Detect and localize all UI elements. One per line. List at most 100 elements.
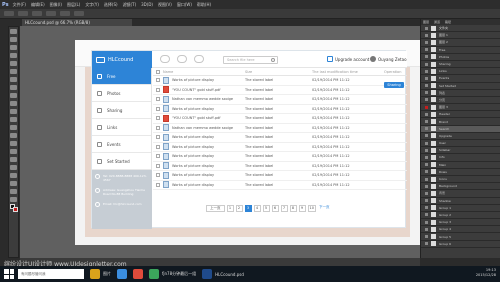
- tool-icon[interactable]: [10, 93, 17, 98]
- tool-icon[interactable]: [10, 69, 17, 74]
- layer-row[interactable]: Sharing: [421, 61, 500, 69]
- row-checkbox[interactable]: [156, 116, 160, 121]
- row-checkbox[interactable]: [156, 78, 160, 83]
- taskbar-search[interactable]: 有问题尽管问我: [18, 269, 84, 279]
- table-row[interactable]: Works of picture display The stored label…: [153, 162, 407, 171]
- row-checkbox[interactable]: [156, 144, 160, 149]
- layer-row[interactable]: Free: [421, 47, 500, 54]
- file-name[interactable]: Works of picture display: [172, 183, 245, 187]
- visibility-icon[interactable]: [425, 62, 428, 66]
- layer-row[interactable]: Rows: [421, 169, 500, 176]
- layer-row[interactable]: Group 1: [421, 205, 500, 212]
- tool-icon[interactable]: [10, 37, 17, 42]
- menu-item[interactable]: 3D(D): [141, 2, 153, 8]
- document-tab[interactable]: HLCcound.psd @ 66.7% (RGB/8): [22, 19, 132, 26]
- start-icon[interactable]: [4, 269, 14, 279]
- row-checkbox[interactable]: [156, 125, 160, 130]
- tool-icon[interactable]: [10, 189, 17, 194]
- tool-icon[interactable]: [10, 197, 17, 202]
- row-checkbox[interactable]: [156, 163, 160, 168]
- file-explorer-icon[interactable]: [90, 269, 100, 279]
- visibility-icon[interactable]: [425, 177, 428, 181]
- layer-row[interactable]: Background: [421, 183, 500, 191]
- taskbar-item[interactable]: fjn78分钟最后一组: [162, 271, 196, 277]
- visibility-icon[interactable]: [425, 98, 428, 102]
- layer-row[interactable]: Group 6: [421, 241, 500, 248]
- taskbar-item[interactable]: 图片: [103, 271, 111, 277]
- tool-icon[interactable]: [10, 77, 17, 82]
- visibility-icon[interactable]: [425, 170, 428, 174]
- tool-icon[interactable]: [10, 149, 17, 154]
- table-row[interactable]: Works of picture display The stored label…: [153, 152, 407, 162]
- visibility-icon[interactable]: [425, 134, 428, 138]
- layer-row[interactable]: Main: [421, 162, 500, 169]
- layer-row[interactable]: Info: [421, 154, 500, 162]
- select-all-checkbox[interactable]: [156, 69, 160, 74]
- photoshop-icon[interactable]: [202, 269, 213, 279]
- visibility-icon[interactable]: [425, 120, 428, 124]
- layer-row[interactable]: User: [421, 140, 500, 148]
- file-name[interactable]: Works of picture display: [172, 154, 245, 158]
- visibility-icon[interactable]: [425, 199, 428, 203]
- background-color-swatch[interactable]: [13, 207, 18, 212]
- menu-item[interactable]: 图层(L): [67, 2, 80, 8]
- tool-icon[interactable]: [10, 157, 17, 162]
- tool-icon[interactable]: [10, 117, 17, 122]
- tool-icon[interactable]: [10, 141, 17, 146]
- visibility-icon[interactable]: [425, 26, 428, 30]
- menu-item[interactable]: 文件(F): [13, 2, 26, 8]
- tool-icon[interactable]: [10, 53, 17, 58]
- tool-icon[interactable]: [10, 133, 17, 138]
- layer-row[interactable]: 分页: [421, 97, 500, 105]
- table-row[interactable]: Works of picture display The stored label…: [153, 143, 407, 152]
- row-checkbox[interactable]: [156, 173, 160, 178]
- sidebar-item-set-started[interactable]: Set Started: [92, 153, 151, 170]
- cloud-download-icon[interactable]: [194, 55, 204, 63]
- page-button[interactable]: 8: [289, 205, 297, 212]
- option-button[interactable]: [32, 11, 42, 16]
- prev-page-button[interactable]: 上一页: [206, 205, 225, 212]
- tool-icon[interactable]: [10, 61, 17, 66]
- table-row[interactable]: Works of picture display The stored label…: [153, 181, 407, 190]
- layer-row[interactable]: Icons: [421, 176, 500, 184]
- brand[interactable]: HLCcound: [92, 51, 152, 68]
- file-name[interactable]: Nathan van memmo wedde sxoige: [172, 97, 245, 101]
- sidebar-item-events[interactable]: Events: [92, 136, 151, 153]
- row-checkbox[interactable]: [156, 154, 160, 159]
- file-name[interactable]: Works of picture display: [172, 145, 245, 149]
- layer-row[interactable]: Group 5: [421, 233, 500, 241]
- layer-row[interactable]: 图层 3: [421, 104, 500, 112]
- option-button[interactable]: [74, 11, 84, 16]
- layer-row[interactable]: Photos: [421, 54, 500, 61]
- layer-row[interactable]: Upgrade: [421, 133, 500, 140]
- column-date[interactable]: The last modification time: [312, 70, 384, 74]
- visibility-icon[interactable]: [425, 91, 428, 95]
- sidebar-item-links[interactable]: Links: [92, 119, 151, 136]
- tool-icon[interactable]: [10, 125, 17, 130]
- visibility-icon[interactable]: [425, 206, 428, 210]
- file-name[interactable]: Works of picture display: [172, 173, 245, 177]
- option-button[interactable]: [18, 11, 28, 16]
- menu-item[interactable]: 窗口(W): [177, 2, 192, 8]
- table-row[interactable]: Works of picture display The stored label…: [153, 105, 407, 114]
- layer-row[interactable]: Group 4: [421, 226, 500, 234]
- layer-row[interactable]: Set Started: [421, 83, 500, 90]
- column-size[interactable]: Size: [245, 70, 312, 74]
- page-button[interactable]: 9: [298, 205, 306, 212]
- visibility-icon[interactable]: [425, 112, 428, 116]
- tool-icon[interactable]: [10, 109, 17, 114]
- visibility-icon[interactable]: [425, 184, 428, 188]
- layer-row[interactable]: Shadow: [421, 198, 500, 205]
- visibility-icon[interactable]: [425, 84, 428, 88]
- layer-row[interactable]: Group 2: [421, 212, 500, 220]
- menu-item[interactable]: 滤镜(T): [123, 2, 137, 8]
- row-checkbox[interactable]: [156, 97, 160, 102]
- table-row[interactable]: "YOU COUNT" gold stuff.pdf The stored lab…: [153, 86, 407, 95]
- layer-row[interactable]: 背景: [421, 190, 500, 198]
- file-name[interactable]: "YOU COUNT" gold stuff.pdf: [172, 88, 245, 92]
- file-name[interactable]: "YOU COUNT" gold stuff.pdf: [172, 116, 245, 120]
- visibility-icon[interactable]: [425, 191, 428, 195]
- sidebar-item-sharing[interactable]: Sharing: [92, 102, 151, 119]
- file-name[interactable]: Works of picture display: [172, 107, 245, 111]
- page-button[interactable]: 1: [226, 205, 234, 212]
